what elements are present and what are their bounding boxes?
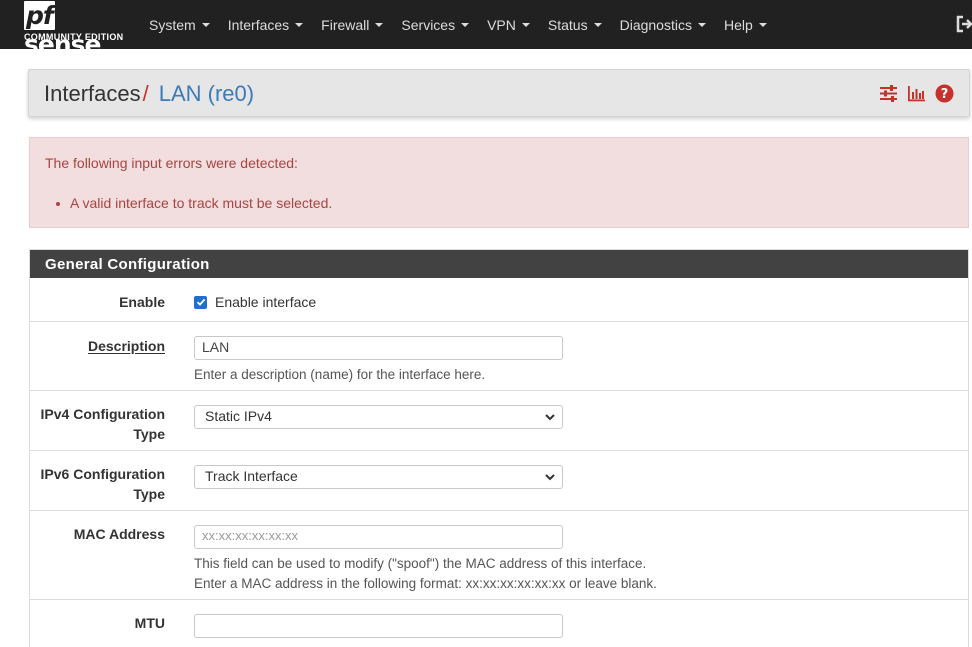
description-field-group: LAN Enter a description (name) for the i… [194,336,563,385]
caret-down-icon [461,23,470,27]
mtu-row: MTU [30,600,968,647]
enable-checkbox-group[interactable]: Enable interface [194,294,316,310]
menu-label: Help [723,16,753,33]
logo-edition: COMMUNITY EDITION [24,32,124,42]
menu-label: Interfaces [227,16,290,33]
ipv4-config-row: IPv4 Configuration Type Static IPv4 [30,391,968,451]
menu-vpn[interactable]: VPN [478,17,539,33]
breadcrumb-separator: / [142,81,149,106]
top-navbar: pfsense COMMUNITY EDITION System Interfa… [0,0,972,59]
menu-label: Status [547,16,588,33]
ipv4-label-line1: IPv4 Configuration [40,406,165,422]
ipv4-field-group: Static IPv4 [194,405,563,429]
bullet-icon [56,202,60,206]
breadcrumb-section[interactable]: Interfaces [44,81,141,106]
description-row: Description LAN Enter a description (nam… [30,322,968,391]
caret-down-icon [295,23,304,27]
alert-error-text: A valid interface to track must be selec… [70,195,333,211]
caret-down-icon [758,23,767,27]
logo-wordmark: pfsense [24,1,130,59]
svg-text:?: ? [941,87,949,102]
menu-label: Firewall [321,16,370,33]
breadcrumb-panel: Interfaces/ LAN (re0) ? [28,69,970,117]
menu-help[interactable]: Help [715,17,776,33]
header-icon-group: ? [879,84,954,103]
menu-services[interactable]: Services [392,17,478,33]
menu-label: VPN [487,16,516,33]
chevron-down-icon [545,474,555,481]
ipv4-label-line2: Type [133,426,165,442]
ipv4-config-label: IPv4 Configuration Type [30,404,165,444]
mac-address-input[interactable]: xx:xx:xx:xx:xx:xx [194,525,563,549]
menu-label: Services [401,16,456,33]
pfsense-logo[interactable]: pfsense COMMUNITY EDITION [24,1,130,59]
alert-error-item: A valid interface to track must be selec… [56,195,333,211]
caret-down-icon [593,23,602,27]
menu-label: Diagnostics [619,16,692,33]
mtu-input[interactable] [194,614,563,638]
description-label: Description [87,338,165,354]
breadcrumb-page[interactable]: LAN (re0) [159,81,254,106]
bar-chart-icon[interactable] [907,84,926,103]
mac-address-row: MAC Address xx:xx:xx:xx:xx:xx This field… [30,511,968,600]
menu-status[interactable]: Status [539,17,611,33]
mtu-field-group [194,614,563,638]
menu-label: System [149,16,196,33]
enable-checkbox[interactable] [194,295,207,309]
mac-field-group: xx:xx:xx:xx:xx:xx This field can be used… [194,525,657,594]
enable-checkbox-label[interactable]: Enable interface [215,294,316,310]
ipv6-label-line2: Type [133,486,165,502]
menu-diagnostics[interactable]: Diagnostics [611,17,715,33]
description-help: Enter a description (name) for the inter… [194,367,486,382]
description-input[interactable]: LAN [194,336,563,360]
ipv6-field-group: Track Interface [194,465,563,489]
mtu-label: MTU [134,615,165,631]
general-configuration-panel: General Configuration Enable Enable inte… [29,249,969,647]
menu-interfaces[interactable]: Interfaces [219,17,312,33]
caret-down-icon [201,23,210,27]
settings-sliders-icon[interactable] [879,84,898,103]
enable-row: Enable Enable interface [30,278,968,322]
ipv6-config-label: IPv6 Configuration Type [30,464,165,504]
ipv6-label-line1: IPv6 Configuration [40,466,165,482]
ipv6-selected-value: Track Interface [205,468,298,484]
breadcrumb: Interfaces/ LAN (re0) [44,81,254,107]
caret-down-icon [375,23,384,27]
logout-icon[interactable] [955,14,972,34]
alert-heading: The following input errors were detected… [45,155,298,171]
caret-down-icon [697,23,706,27]
menu-system[interactable]: System [140,17,219,33]
input-errors-alert: The following input errors were detected… [29,137,969,228]
mac-help-line2: Enter a MAC address in the following for… [194,576,657,591]
chevron-down-icon [545,414,555,421]
enable-label: Enable [119,294,165,310]
caret-down-icon [521,23,530,27]
logo-prefix: pf [24,1,55,30]
ipv6-type-select[interactable]: Track Interface [194,465,563,489]
panel-title: General Configuration [30,250,968,278]
mac-help-line1: This field can be used to modify ("spoof… [194,556,647,571]
ipv6-config-row: IPv6 Configuration Type Track Interface [30,451,968,511]
help-circle-icon[interactable]: ? [935,84,954,103]
ipv4-type-select[interactable]: Static IPv4 [194,405,563,429]
main-menu: System Interfaces Firewall Services VPN … [140,0,776,49]
mac-address-label: MAC Address [73,526,165,542]
menu-firewall[interactable]: Firewall [312,17,392,33]
ipv4-selected-value: Static IPv4 [205,408,272,424]
